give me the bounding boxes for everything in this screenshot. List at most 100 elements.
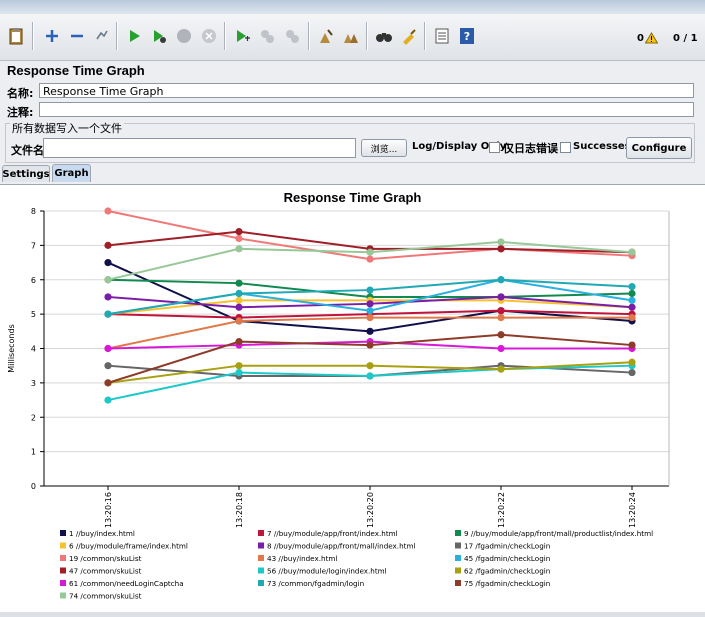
data-point [497,238,505,246]
clipboard-icon[interactable] [4,24,28,48]
remote-stop-icon[interactable] [255,24,279,48]
remote-shutdown-icon[interactable] [280,24,304,48]
data-point [366,300,374,308]
data-point [235,303,243,311]
data-point [366,362,374,370]
data-point [235,245,243,253]
legend-label: 62 /fgadmin/checkLogin [464,567,550,576]
data-point [628,283,636,291]
file-field[interactable] [43,138,356,158]
collapse-icon[interactable] [65,24,89,48]
file-label: 文件名 [11,144,44,157]
legend-label: 73 /common/fgadmin/login [267,579,364,588]
start-icon[interactable] [122,24,146,48]
legend-label: 9 //buy/module/app/front/mall/productlis… [464,529,653,538]
data-point [235,234,243,243]
legend-swatch [60,592,66,599]
data-point [628,368,636,377]
data-point [366,248,374,256]
clear-icon[interactable] [314,24,338,48]
legend-swatch [258,542,264,549]
legend-label: 56 //buy/module/login/index.html [267,567,387,576]
legend-label: 45 /fgadmin/checkLogin [464,554,550,563]
legend-label: 19 /common/skuList [69,554,142,563]
y-tick-label: 0 [31,482,36,491]
comment-label: 注释: [7,106,34,119]
function-helper-icon[interactable] [430,24,454,48]
legend-swatch [455,580,461,586]
data-point [235,368,243,377]
legend-swatch [455,555,461,561]
data-point [235,362,243,370]
configure-button[interactable]: Configure [626,137,692,159]
data-point [104,207,112,215]
clear-all-icon[interactable] [339,24,363,48]
help-icon[interactable]: ? [455,24,479,48]
window-title-strip [0,0,705,14]
legend-swatch [258,567,264,574]
data-point [366,372,374,380]
data-point [104,293,112,301]
legend-swatch [60,530,66,536]
legend-swatch [455,530,461,536]
remote-start-icon[interactable] [230,24,254,48]
warning-icon[interactable] [644,32,659,47]
data-point [104,362,112,370]
data-point [366,327,374,335]
legend-label: 74 /common/skuList [69,592,142,601]
data-point [104,344,112,353]
start-no-pauses-icon[interactable] [147,24,171,48]
data-point [497,307,505,315]
legend-label: 75 /fgadmin/checkLogin [464,579,550,588]
legend-swatch [60,555,66,561]
data-point [628,313,636,322]
data-point [628,341,636,349]
shutdown-icon[interactable] [197,24,221,48]
tab-graph[interactable]: Graph [52,164,91,182]
errors-only-label: 仅日志错误 [503,142,558,155]
stop-icon[interactable] [172,24,196,48]
data-point [628,296,636,304]
successes-checkbox[interactable] [560,142,571,153]
expand-icon[interactable] [40,24,64,48]
legend-swatch [60,542,66,549]
data-point [497,331,505,339]
y-tick-label: 5 [31,310,36,319]
legend-swatch [60,567,66,574]
errors-only-checkbox[interactable] [489,142,500,153]
data-point [235,228,243,236]
x-tick-label: 13:20:20 [366,492,375,528]
legend-swatch [455,542,461,549]
x-tick-label: 13:20:24 [628,492,637,528]
data-point [104,276,112,284]
legend-swatch [258,530,264,536]
svg-text:?: ? [464,30,470,43]
y-tick-label: 4 [31,345,36,354]
legend-swatch [258,555,264,561]
data-point [235,296,243,304]
warning-count: 0 [637,33,644,44]
tab-settings[interactable]: Settings [2,165,50,182]
browse-button[interactable]: 浏览... [361,139,407,157]
x-tick-label: 13:20:22 [497,492,506,528]
file-group-title: 所有数据写入一个文件 [10,120,124,136]
name-field[interactable]: Response Time Graph [39,83,694,98]
data-point [104,396,112,404]
legend-label: 6 //buy/module/frame/index.html [69,542,188,551]
data-point [235,289,243,298]
y-axis-label: Milliseconds [7,324,16,373]
name-label: 名称: [7,87,34,100]
data-point [104,258,112,267]
data-point [497,365,505,373]
data-point [366,313,374,322]
toggle-icon[interactable] [90,24,114,48]
comment-field[interactable] [39,102,694,117]
toolbar: ? 0 0 / 1 [0,14,705,61]
reset-search-icon[interactable] [397,24,421,48]
data-point [497,276,505,284]
data-point [235,279,243,287]
data-point [497,245,505,253]
search-icon[interactable] [372,24,396,48]
data-point [366,341,374,349]
data-point [104,379,112,387]
